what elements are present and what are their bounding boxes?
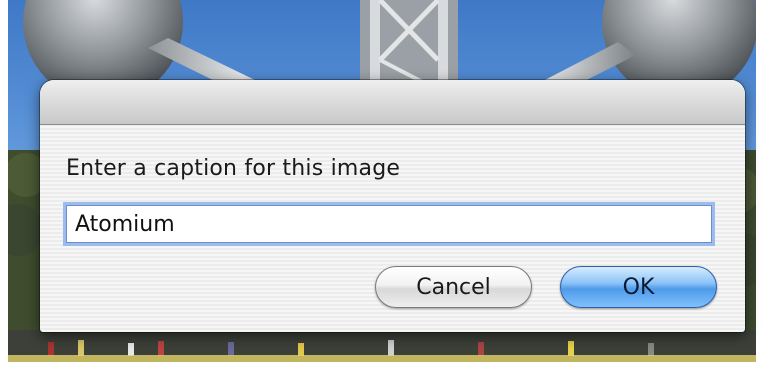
dialog-prompt: Enter a caption for this image	[66, 156, 401, 181]
central-tower	[360, 0, 458, 92]
ok-button[interactable]: OK	[560, 266, 717, 308]
cancel-button[interactable]: Cancel	[375, 266, 532, 308]
screen: Enter a caption for this image Cancel OK	[0, 0, 762, 367]
caption-input[interactable]	[63, 202, 715, 246]
dialog-titlebar	[40, 80, 745, 125]
fence	[8, 355, 756, 362]
caption-dialog: Enter a caption for this image Cancel OK	[40, 80, 745, 332]
